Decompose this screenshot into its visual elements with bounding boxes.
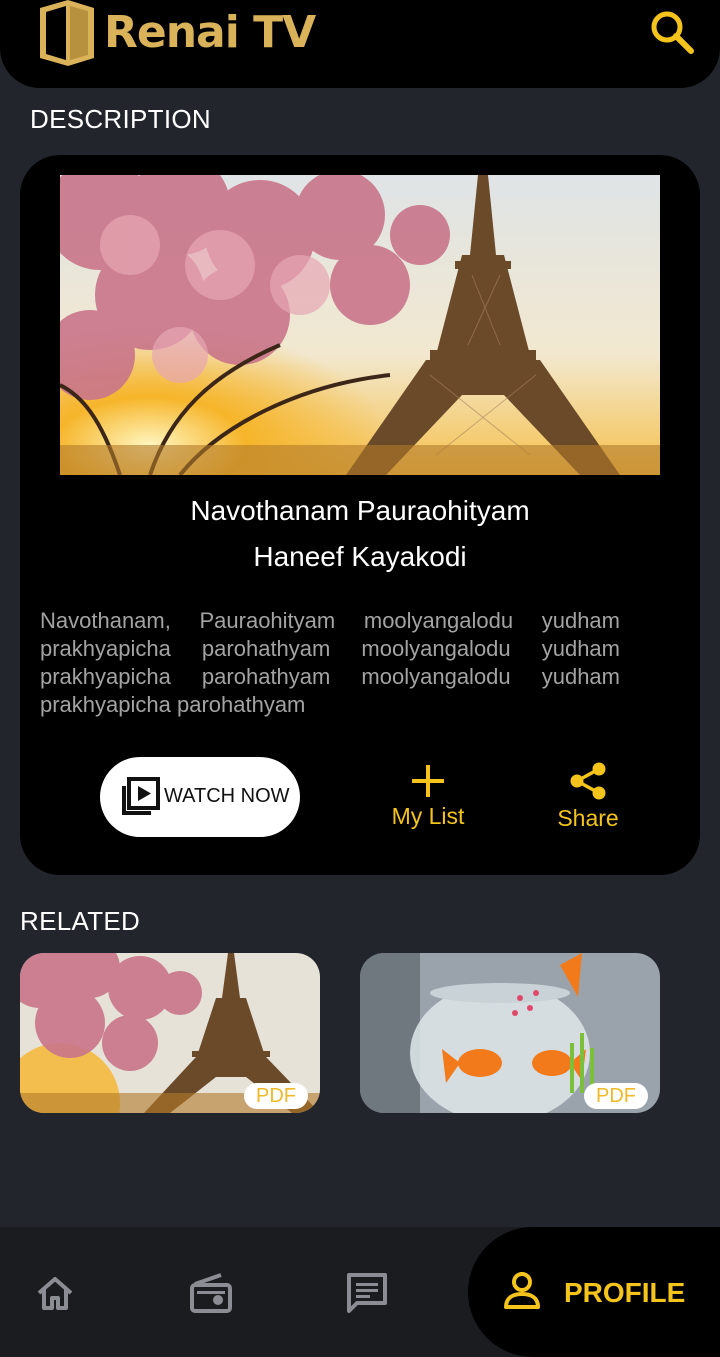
search-button[interactable] xyxy=(648,8,696,56)
share-button[interactable]: Share xyxy=(528,761,648,832)
watch-now-button[interactable]: WATCH NOW xyxy=(100,757,300,837)
pdf-badge: PDF xyxy=(244,1083,308,1109)
person-icon xyxy=(504,1272,540,1309)
hero-image xyxy=(60,175,660,475)
pdf-badge: PDF xyxy=(584,1083,648,1109)
home-icon xyxy=(37,1277,73,1310)
logo-mark-icon xyxy=(40,0,94,66)
nav-radio[interactable] xyxy=(189,1271,233,1315)
watch-now-label: WATCH NOW xyxy=(164,785,290,807)
nav-home[interactable] xyxy=(33,1271,77,1315)
video-library-icon xyxy=(122,777,160,815)
content-card: Navothanam Pauraohityam Haneef Kayakodi … xyxy=(20,155,700,875)
my-list-button[interactable]: My List xyxy=(368,763,488,830)
radio-icon xyxy=(190,1273,232,1313)
related-heading: RELATED xyxy=(20,906,141,936)
app-logo[interactable]: Renai TV xyxy=(36,0,316,66)
share-icon xyxy=(570,762,606,800)
related-item[interactable]: PDF xyxy=(20,953,320,1113)
chat-icon xyxy=(347,1273,387,1313)
app-title: Renai TV xyxy=(104,7,316,58)
nav-profile[interactable]: PROFILE xyxy=(468,1227,720,1357)
content-title: Navothanam Pauraohityam xyxy=(190,495,530,526)
top-app-bar: Renai TV xyxy=(0,0,720,88)
content-author: Haneef Kayakodi xyxy=(253,541,467,572)
related-list: PDF PDF xyxy=(20,953,720,1113)
nav-profile-label: PROFILE xyxy=(564,1277,686,1308)
content-description: Navothanam, Pauraohityam moolyangalodu y… xyxy=(40,608,620,717)
bottom-navigation: PROFILE xyxy=(0,1227,720,1357)
description-heading: DESCRIPTION xyxy=(30,104,211,134)
share-label: Share xyxy=(557,805,619,831)
plus-icon xyxy=(412,765,444,797)
search-icon xyxy=(651,11,694,54)
my-list-label: My List xyxy=(391,803,465,829)
nav-messages[interactable] xyxy=(345,1271,389,1315)
related-item[interactable]: PDF xyxy=(360,953,660,1113)
